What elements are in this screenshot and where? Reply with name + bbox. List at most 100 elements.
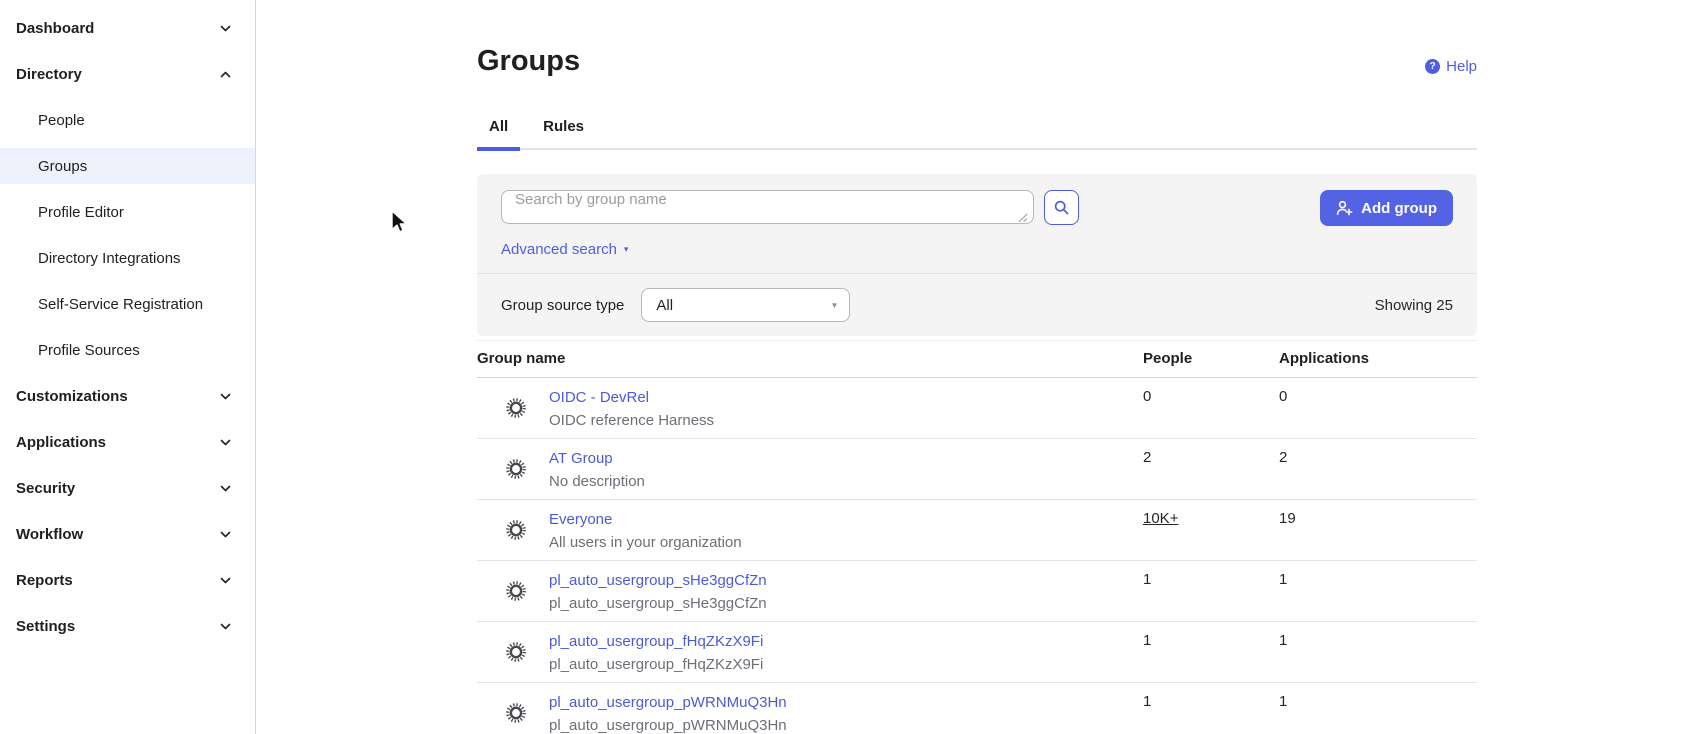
advanced-search-label: Advanced search [501,241,617,258]
sidebar-item-security[interactable]: Security [0,470,255,506]
group-name-link[interactable]: OIDC - DevRel [549,388,714,407]
select-value: All [656,297,673,314]
tab-rules[interactable]: Rules [531,118,596,151]
applications-count: 2 [1279,439,1477,499]
sidebar-item-people[interactable]: People [0,102,255,138]
group-sunburst-icon [505,458,527,480]
people-count: 1 [1143,622,1279,682]
sidebar-item-label: People [38,112,85,129]
chevron-down-icon [218,573,233,588]
chevron-down-icon [218,619,233,634]
group-name-link[interactable]: Everyone [549,510,742,529]
group-sunburst-icon [505,519,527,541]
sidebar-item-profile-editor[interactable]: Profile Editor [0,194,255,230]
column-header-group-name: Group name [477,341,1143,377]
search-button[interactable] [1044,190,1079,225]
sidebar-item-label: Directory [16,66,82,83]
group-name-link[interactable]: pl_auto_usergroup_fHqZKzX9Fi [549,632,763,651]
add-group-button[interactable]: Add group [1320,190,1453,226]
search-icon [1053,199,1070,216]
sidebar-item-label: Settings [16,618,75,635]
caret-down-icon: ▼ [830,301,838,310]
tab-all[interactable]: All [477,118,520,151]
table-row: OIDC - DevRel OIDC reference Harness 0 0 [477,378,1477,439]
group-description: All users in your organization [549,533,742,552]
sidebar-item-applications[interactable]: Applications [0,424,255,460]
sidebar-item-directory[interactable]: Directory [0,56,255,92]
applications-count: 1 [1279,622,1477,682]
sidebar-item-self-service-registration[interactable]: Self-Service Registration [0,286,255,322]
applications-count: 1 [1279,683,1477,734]
group-sunburst-icon [505,397,527,419]
group-description: OIDC reference Harness [549,411,714,430]
sidebar-item-label: Workflow [16,526,83,543]
table-row: pl_auto_usergroup_fHqZKzX9Fi pl_auto_use… [477,622,1477,683]
sidebar-item-reports[interactable]: Reports [0,562,255,598]
table-row: Everyone All users in your organization … [477,500,1477,561]
chevron-down-icon [218,21,233,36]
group-name-link[interactable]: pl_auto_usergroup_pWRNMuQ3Hn [549,693,787,712]
page-header: Groups ? Help [477,44,1477,78]
chevron-down-icon [218,435,233,450]
group-name-link[interactable]: pl_auto_usergroup_sHe3ggCfZn [549,571,767,590]
question-mark-icon: ? [1425,59,1440,74]
people-count: 1 [1143,561,1279,621]
group-sunburst-icon [505,641,527,663]
applications-count: 1 [1279,561,1477,621]
sidebar-item-label: Applications [16,434,106,451]
help-link[interactable]: ? Help [1425,58,1477,75]
chevron-up-icon [218,67,233,82]
people-count-link[interactable]: 10K+ [1143,500,1279,560]
sidebar-item-label: Groups [38,158,87,175]
applications-count: 0 [1279,378,1477,438]
tab-bar: All Rules [477,118,1477,150]
group-source-type-label: Group source type [501,297,624,314]
groups-table: Group name People Applications OIDC - De… [477,340,1477,734]
group-source-type-select[interactable]: All ▼ [641,288,850,322]
sidebar-item-settings[interactable]: Settings [0,608,255,644]
group-description: No description [549,472,645,491]
table-row: pl_auto_usergroup_sHe3ggCfZn pl_auto_use… [477,561,1477,622]
sidebar-item-label: Reports [16,572,73,589]
table-row: pl_auto_usergroup_pWRNMuQ3Hn pl_auto_use… [477,683,1477,734]
search-input[interactable] [501,190,1034,224]
group-sunburst-icon [505,580,527,602]
app-window: Dashboard Directory People Groups Profil… [0,0,1687,734]
advanced-search-link[interactable]: Advanced search ▾ [501,241,628,258]
add-group-label: Add group [1361,200,1437,217]
sidebar-item-customizations[interactable]: Customizations [0,378,255,414]
sidebar-item-label: Self-Service Registration [38,296,203,313]
sidebar-item-workflow[interactable]: Workflow [0,516,255,552]
caret-down-icon: ▾ [624,244,629,255]
sidebar-item-profile-sources[interactable]: Profile Sources [0,332,255,368]
sidebar-item-label: Security [16,480,75,497]
filter-panel: Add group Advanced search ▾ Group source… [477,174,1477,336]
sidebar-item-directory-integrations[interactable]: Directory Integrations [0,240,255,276]
help-label: Help [1446,58,1477,75]
sidebar-item-label: Directory Integrations [38,250,181,267]
group-sunburst-icon [505,702,527,724]
showing-count: Showing 25 [1375,297,1453,314]
people-count: 1 [1143,683,1279,734]
chevron-down-icon [218,481,233,496]
main-content: Groups ? Help All Rules [256,0,1687,734]
sidebar-item-label: Dashboard [16,20,94,37]
person-plus-icon [1336,200,1353,216]
column-header-people: People [1143,341,1279,377]
applications-count: 19 [1279,500,1477,560]
column-header-applications: Applications [1279,341,1477,377]
sidebar-item-groups[interactable]: Groups [0,148,255,184]
search-box [501,190,1034,229]
chevron-down-icon [218,389,233,404]
people-count: 0 [1143,378,1279,438]
sidebar-item-label: Profile Sources [38,342,140,359]
page-title: Groups [477,44,580,78]
group-name-link[interactable]: AT Group [549,449,645,468]
group-description: pl_auto_usergroup_pWRNMuQ3Hn [549,716,787,734]
group-description: pl_auto_usergroup_fHqZKzX9Fi [549,655,763,674]
sidebar-item-dashboard[interactable]: Dashboard [0,10,255,46]
table-row: AT Group No description 2 2 [477,439,1477,500]
group-description: pl_auto_usergroup_sHe3ggCfZn [549,594,767,613]
table-header: Group name People Applications [477,340,1477,378]
chevron-down-icon [218,527,233,542]
